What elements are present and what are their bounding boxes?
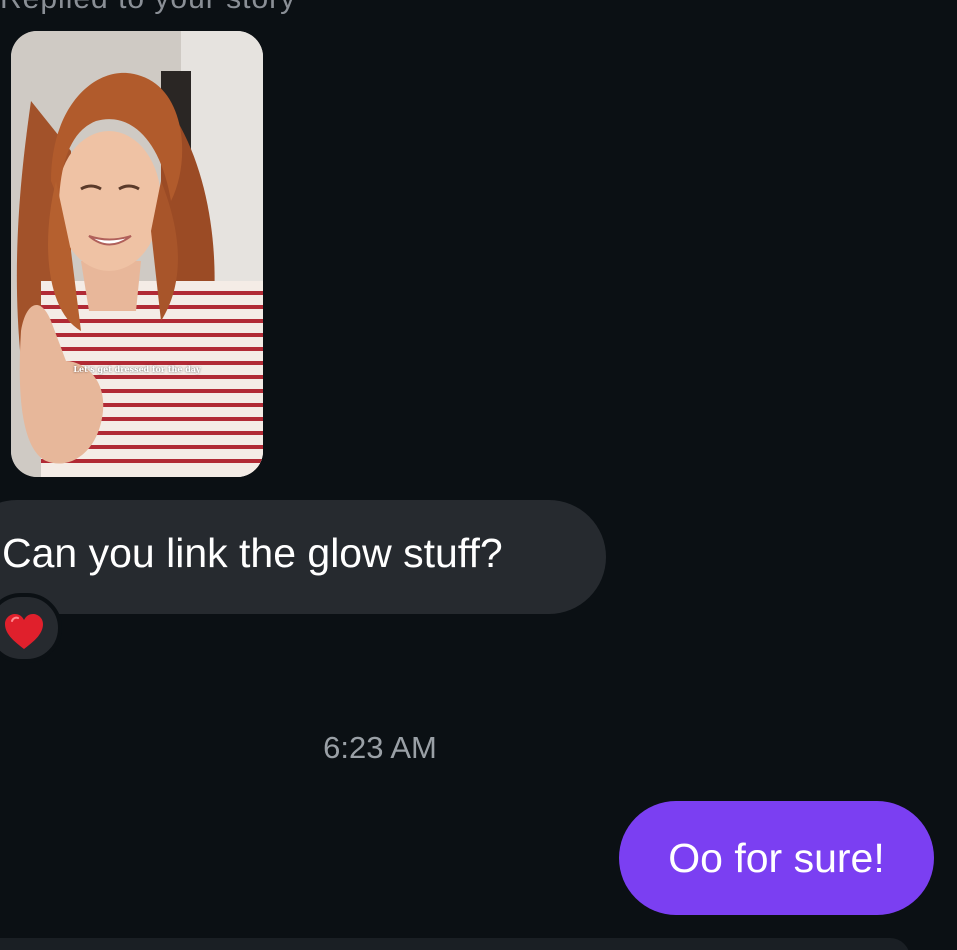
red-heart-icon bbox=[5, 614, 43, 649]
chat-thread: Replied to your story bbox=[0, 0, 957, 950]
story-caption: Let's get dressed for the day bbox=[73, 364, 201, 374]
partial-message-bubble bbox=[0, 938, 910, 950]
outgoing-message-text: Oo for sure! bbox=[668, 835, 885, 881]
incoming-message-bubble[interactable]: Can you link the glow stuff? bbox=[0, 500, 606, 614]
outgoing-message-bubble[interactable]: Oo for sure! bbox=[619, 801, 934, 915]
story-image bbox=[11, 31, 263, 477]
message-reaction[interactable] bbox=[0, 593, 62, 663]
incoming-message-text: Can you link the glow stuff? bbox=[2, 530, 503, 576]
story-preview-thumbnail[interactable]: Let's get dressed for the day bbox=[11, 31, 263, 477]
replied-to-story-label: Replied to your story bbox=[0, 0, 296, 16]
message-timestamp: 6:23 AM bbox=[323, 730, 437, 765]
